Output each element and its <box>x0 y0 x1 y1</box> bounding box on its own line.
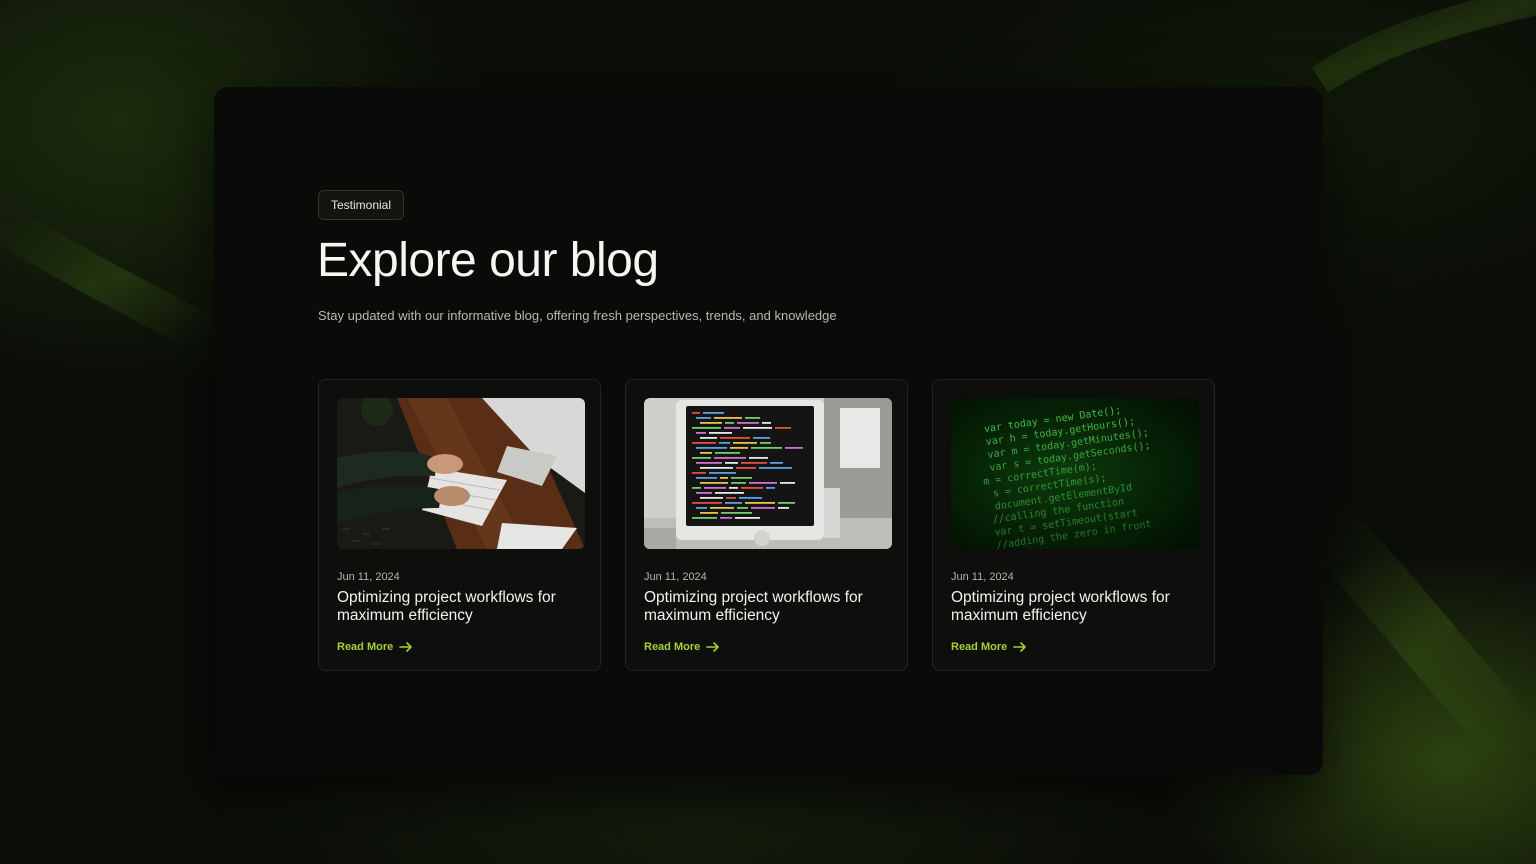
arrow-right-icon <box>1013 642 1027 652</box>
code-line-decoration <box>700 467 733 469</box>
post-title[interactable]: Optimizing project workflows for maximum… <box>337 589 587 625</box>
green-code-screen-photo[interactable]: var today = new Date(); var h = today.get… <box>951 398 1199 549</box>
code-line-decoration <box>760 442 771 444</box>
code-line-decoration <box>692 412 700 414</box>
code-line-decoration <box>726 497 736 499</box>
code-line-decoration <box>692 442 716 444</box>
code-line-decoration <box>700 482 728 484</box>
code-line-decoration <box>725 462 738 464</box>
code-line-decoration <box>739 497 762 499</box>
arrow-right-icon <box>399 642 413 652</box>
code-line-decoration <box>724 427 740 429</box>
code-line-decoration <box>692 472 706 474</box>
code-line-decoration <box>700 452 712 454</box>
post-title[interactable]: Optimizing project workflows for maximum… <box>644 589 894 625</box>
code-line-decoration <box>766 487 775 489</box>
code-line-decoration <box>692 502 722 504</box>
post-title[interactable]: Optimizing project workflows for maximum… <box>951 589 1201 625</box>
code-line-decoration <box>778 502 795 504</box>
code-line-decoration <box>696 507 707 509</box>
code-line-decoration <box>696 447 727 449</box>
code-line-decoration <box>737 507 748 509</box>
code-line-decoration <box>751 507 775 509</box>
blog-card[interactable]: Jun 11, 2024 Optimizing project workflow… <box>318 379 601 671</box>
code-line-decoration <box>721 512 752 514</box>
code-line-decoration <box>714 417 742 419</box>
blog-card[interactable]: Jun 11, 2024 Optimizing project workflow… <box>625 379 908 671</box>
code-line-decoration <box>720 477 728 479</box>
code-line-decoration <box>745 502 775 504</box>
code-line-decoration <box>692 427 721 429</box>
code-line-decoration <box>745 417 760 419</box>
code-line-decoration <box>700 437 717 439</box>
read-more-link[interactable]: Read More <box>951 639 1027 655</box>
read-more-label: Read More <box>951 641 1008 653</box>
code-line-decoration <box>730 447 748 449</box>
post-date: Jun 11, 2024 <box>951 571 1014 583</box>
code-line-decoration <box>729 487 738 489</box>
post-date: Jun 11, 2024 <box>337 571 400 583</box>
code-line-decoration <box>696 477 717 479</box>
hands-typing-on-keyboard-photo[interactable] <box>337 398 585 549</box>
code-line-decoration <box>692 517 717 519</box>
read-more-label: Read More <box>644 641 701 653</box>
section-badge: Testimonial <box>318 190 405 220</box>
code-line-decoration <box>692 457 711 459</box>
code-line-decoration <box>775 427 791 429</box>
code-line-decoration <box>692 487 701 489</box>
code-line-decoration <box>720 437 750 439</box>
code-line-decoration <box>696 417 711 419</box>
code-line-decoration <box>725 502 742 504</box>
code-line-decoration <box>709 432 732 434</box>
code-line-decoration <box>741 462 767 464</box>
code-line-decoration <box>719 442 730 444</box>
code-line-decoration <box>709 472 736 474</box>
code-line-decoration <box>700 512 718 514</box>
blog-section: Testimonial Explore our blog Stay update… <box>214 87 1323 775</box>
code-line-decoration <box>715 452 740 454</box>
code-line-decoration <box>753 437 770 439</box>
code-line-decoration <box>731 482 746 484</box>
code-line-decoration <box>770 462 783 464</box>
code-line-decoration <box>751 447 782 449</box>
code-line-decoration <box>696 462 722 464</box>
post-date: Jun 11, 2024 <box>644 571 707 583</box>
code-line-decoration <box>735 517 760 519</box>
code-line-decoration <box>720 517 732 519</box>
code-line-decoration <box>704 487 726 489</box>
code-line-decoration <box>715 492 744 494</box>
code-line-decoration <box>731 477 752 479</box>
code-line-decoration <box>696 492 712 494</box>
code-line-decoration <box>733 442 757 444</box>
code-line-decoration <box>700 422 722 424</box>
code-line-decoration <box>762 422 771 424</box>
code-line-decoration <box>700 497 723 499</box>
code-line-decoration <box>736 467 756 469</box>
code-line-decoration <box>778 507 789 509</box>
code-line-decoration <box>737 422 759 424</box>
code-line-decoration <box>780 482 795 484</box>
code-line-decoration <box>749 482 777 484</box>
section-subtitle: Stay updated with our informative blog, … <box>318 308 837 323</box>
code-line-decoration <box>696 432 706 434</box>
read-more-label: Read More <box>337 641 394 653</box>
section-title: Explore our blog <box>317 234 659 287</box>
code-line-decoration <box>785 447 803 449</box>
code-line-decoration <box>741 487 763 489</box>
read-more-link[interactable]: Read More <box>644 639 720 655</box>
read-more-link[interactable]: Read More <box>337 639 413 655</box>
code-line-decoration <box>725 422 734 424</box>
blog-card-list: Jun 11, 2024 Optimizing project workflow… <box>318 379 1215 671</box>
blog-card[interactable]: var today = new Date(); var h = today.get… <box>932 379 1215 671</box>
code-line-decoration <box>710 507 734 509</box>
code-line-decoration <box>749 457 768 459</box>
monitor-with-code-photo[interactable] <box>644 398 892 549</box>
code-line-decoration <box>759 467 792 469</box>
code-line-decoration <box>703 412 724 414</box>
code-line-decoration <box>714 457 746 459</box>
arrow-right-icon <box>706 642 720 652</box>
code-line-decoration <box>743 427 772 429</box>
